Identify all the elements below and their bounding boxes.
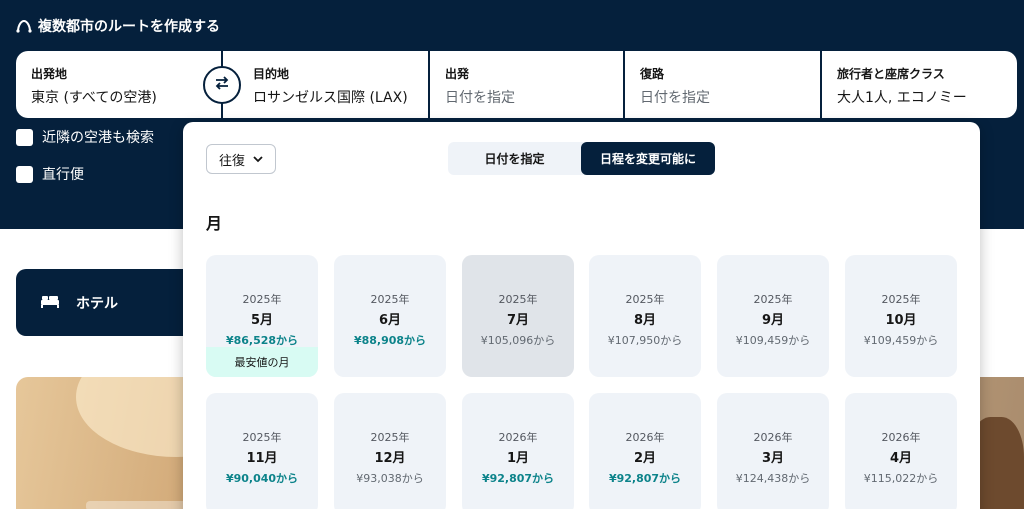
hotel-label: ホテル [76,295,118,312]
month-card[interactable]: 2026年 2月 ¥92,807から [589,393,701,509]
month-card[interactable]: 2025年 5月 ¥86,528から 最安値の月 [206,255,318,377]
trip-type-value: 往復 [218,153,245,169]
month-name: 2月 [633,451,657,466]
depart-label: 出発 [445,67,470,81]
travellers-cabin-field[interactable]: 旅行者と座席クラス 大人1人, エコノミー [822,51,1017,118]
month-name: 7月 [506,313,530,328]
month-name: 12月 [374,451,406,466]
month-name: 10月 [885,313,917,328]
month-price: ¥115,022から [863,472,939,485]
travellers-value: 大人1人, エコノミー [837,90,967,106]
month-name: 11月 [246,451,278,466]
travellers-label: 旅行者と座席クラス [837,67,945,81]
direct-flights-label: 直行便 [42,167,84,183]
checkbox-box[interactable] [16,128,33,146]
month-year: 2026年 [498,431,538,444]
nearby-airports-checkbox[interactable]: 近隣の空港も検索 [16,127,154,147]
month-name: 1月 [506,451,530,466]
month-price: ¥124,438から [735,472,811,485]
origin-label: 出発地 [31,67,68,81]
chevron-down-icon [253,152,263,167]
month-card[interactable]: 2026年 4月 ¥115,022から [845,393,957,509]
month-card[interactable]: 2025年 9月 ¥109,459から [717,255,829,377]
month-card[interactable]: 2025年 12月 ¥93,038から [334,393,446,509]
swap-button[interactable] [203,66,241,104]
month-name: 6月 [378,313,402,328]
origin-value: 東京 (すべての空港) [31,90,157,106]
month-name: 8月 [633,313,657,328]
month-year: 2025年 [242,431,282,444]
hero-overlay-text [86,501,196,509]
return-date-field[interactable]: 復路 日付を指定 [625,51,820,118]
month-price: ¥86,528から [225,334,299,347]
direct-flights-checkbox[interactable]: 直行便 [16,164,84,184]
month-year: 2025年 [370,293,410,306]
date-mode-toggle: 日付を指定 日程を変更可能に [448,142,715,175]
month-name: 5月 [250,313,274,328]
month-card[interactable]: 2025年 11月 ¥90,040から [206,393,318,509]
month-price: ¥88,908から [353,334,427,347]
month-price: ¥92,807から [481,472,555,485]
checkbox-box[interactable] [16,165,33,183]
month-card[interactable]: 2025年 10月 ¥109,459から [845,255,957,377]
month-card[interactable]: 2026年 1月 ¥92,807から [462,393,574,509]
month-year: 2025年 [625,293,665,306]
date-picker-popup: 往復 日付を指定 日程を変更可能に 月 2025年 5月 ¥86,528から 最… [183,122,980,509]
month-price: ¥109,459から [735,334,811,347]
month-price: ¥93,038から [356,472,424,485]
month-card[interactable]: 2025年 8月 ¥107,950から [589,255,701,377]
cheapest-month-badge: 最安値の月 [206,347,318,377]
month-card-selected[interactable]: 2025年 7月 ¥105,096から [462,255,574,377]
month-year: 2026年 [753,431,793,444]
month-name: 4月 [889,451,913,466]
depart-placeholder: 日付を指定 [445,90,515,106]
month-price: ¥105,096から [480,334,556,347]
depart-date-field[interactable]: 出発 日付を指定 [430,51,623,118]
destination-field[interactable]: 目的地 ロサンゼルス国際 (LAX) [223,51,428,118]
multicity-label: 複数都市のルートを作成する [38,19,220,35]
months-section-title: 月 [206,214,223,233]
month-card[interactable]: 2025年 6月 ¥88,908から [334,255,446,377]
month-year: 2025年 [242,293,282,306]
route-icon [16,19,32,33]
return-label: 復路 [640,67,665,81]
flight-search-bar: 出発地 東京 (すべての空港) 目的地 ロサンゼルス国際 (LAX) 出発 日付… [16,51,1017,118]
nearby-airports-label: 近隣の空港も検索 [42,130,154,146]
month-year: 2026年 [881,431,921,444]
trip-type-select[interactable]: 往復 [206,144,276,174]
return-placeholder: 日付を指定 [640,90,710,106]
tab-specific-dates[interactable]: 日付を指定 [448,142,581,175]
destination-label: 目的地 [253,67,290,81]
month-year: 2026年 [625,431,665,444]
month-year: 2025年 [881,293,921,306]
month-card[interactable]: 2026年 3月 ¥124,438から [717,393,829,509]
month-year: 2025年 [370,431,410,444]
month-name: 3月 [761,451,785,466]
month-year: 2025年 [753,293,793,306]
month-price: ¥90,040から [225,472,299,485]
destination-value: ロサンゼルス国際 (LAX) [253,90,408,106]
tab-flexible-dates[interactable]: 日程を変更可能に [581,142,715,175]
bed-icon [40,293,60,313]
multicity-link[interactable]: 複数都市のルートを作成する [16,16,220,36]
month-price: ¥92,807から [608,472,682,485]
month-price: ¥107,950から [607,334,683,347]
month-name: 9月 [761,313,785,328]
month-price: ¥109,459から [863,334,939,347]
origin-field[interactable]: 出発地 東京 (すべての空港) [16,51,221,118]
month-year: 2025年 [498,293,538,306]
swap-arrows-icon [214,75,230,95]
